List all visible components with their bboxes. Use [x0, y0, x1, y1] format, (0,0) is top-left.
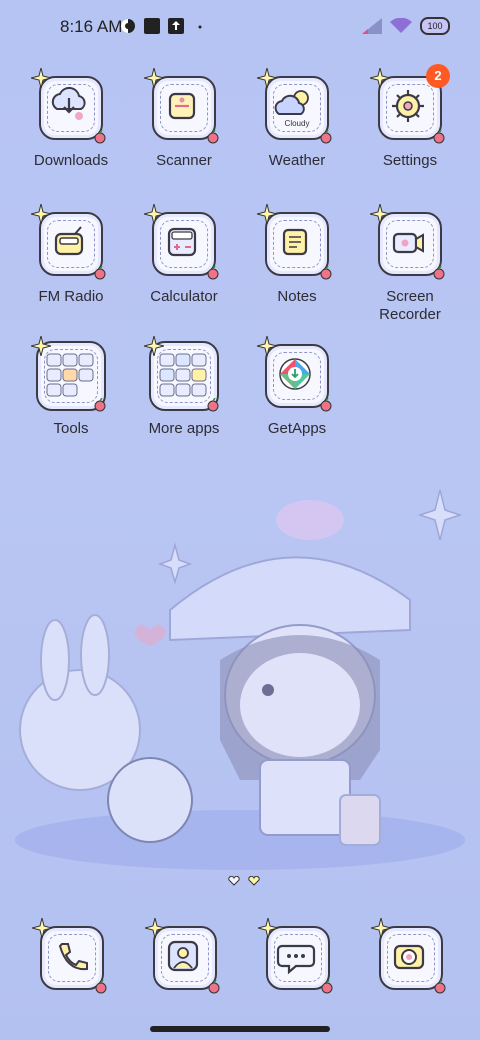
cherry-icon [321, 980, 333, 994]
cherry-icon [207, 130, 219, 144]
sparkle-icon [257, 68, 277, 88]
cherry-icon [320, 398, 332, 412]
app-screen-recorder[interactable]: Screen Recorder [354, 204, 466, 324]
sparkle-icon [144, 204, 164, 224]
signal-icon [362, 18, 382, 34]
app-label-line: Recorder [379, 306, 441, 323]
app-calculator[interactable]: Calculator [128, 204, 240, 306]
folder-tools[interactable]: Tools [15, 336, 127, 438]
cherry-icon [433, 266, 445, 280]
dock-messages[interactable] [258, 918, 333, 994]
status-time: 8:16 AM [60, 17, 123, 36]
sparkle-icon [31, 68, 51, 88]
wallpaper-illustration [15, 489, 465, 870]
cherry-icon [94, 130, 106, 144]
app-fm-radio[interactable]: FM Radio [15, 204, 127, 306]
notification-icons [120, 18, 208, 34]
app-weather[interactable]: Cloudy Weather [241, 68, 353, 170]
app-settings[interactable]: 2 Settings [354, 64, 466, 170]
cherry-icon [94, 266, 106, 280]
page-dot-heart-icon[interactable] [228, 876, 240, 886]
app-downloads[interactable]: Downloads [15, 68, 127, 170]
app-notification-icon [144, 18, 160, 34]
app-label: Notes [277, 288, 317, 305]
app-label: Downloads [33, 152, 109, 169]
wifi-icon [390, 18, 412, 33]
cherry-icon [94, 398, 106, 412]
notification-badge: 2 [426, 64, 450, 88]
sparkle-icon [370, 68, 390, 88]
gesture-nav-bar[interactable] [150, 1026, 330, 1032]
cherry-icon [320, 266, 332, 280]
app-notes[interactable]: Notes [241, 204, 353, 306]
sparkle-icon [31, 336, 51, 356]
dock-camera[interactable] [371, 918, 446, 994]
status-bar: 8:16 AM 100 [0, 0, 480, 56]
battery-indicator: 100 [420, 17, 450, 35]
cherry-icon [433, 130, 445, 144]
more-notifications-dot-icon [198, 25, 202, 29]
sparkle-icon [257, 336, 277, 356]
dock-contacts[interactable] [145, 918, 220, 994]
cherry-icon [208, 980, 220, 994]
page-indicator[interactable] [228, 876, 260, 886]
cherry-icon [95, 980, 107, 994]
app-label-line: Screen [386, 288, 434, 305]
sparkle-icon [32, 918, 52, 938]
sparkle-icon [144, 336, 164, 356]
sparkle-icon [31, 204, 51, 224]
app-label: Tools [53, 420, 89, 437]
cherry-icon [434, 980, 446, 994]
page-dot-heart-active-icon[interactable] [248, 876, 260, 886]
weather-condition-text: Cloudy [285, 119, 310, 128]
app-getapps[interactable]: GetApps [241, 336, 353, 438]
app-label: Weather [268, 152, 326, 169]
app-label: More apps [148, 420, 220, 437]
sparkle-icon [257, 204, 277, 224]
vpn-icon [121, 19, 135, 33]
sparkle-icon [144, 68, 164, 88]
dock-phone[interactable] [32, 918, 107, 994]
sparkle-icon [258, 918, 278, 938]
sparkle-icon [371, 918, 391, 938]
app-label: Screen Recorder [354, 288, 466, 324]
app-label: FM Radio [38, 288, 104, 305]
sparkle-icon [370, 204, 390, 224]
cherry-icon [207, 398, 219, 412]
app-label: Settings [382, 152, 438, 169]
cherry-icon [207, 266, 219, 280]
sparkle-icon [145, 918, 165, 938]
app-label: Scanner [156, 152, 212, 169]
upload-icon [168, 18, 184, 34]
app-label: GetApps [267, 420, 327, 437]
app-label: Calculator [150, 288, 218, 305]
app-scanner[interactable]: Scanner [128, 68, 240, 170]
folder-more-apps[interactable]: More apps [128, 336, 240, 438]
cherry-icon [320, 130, 332, 144]
